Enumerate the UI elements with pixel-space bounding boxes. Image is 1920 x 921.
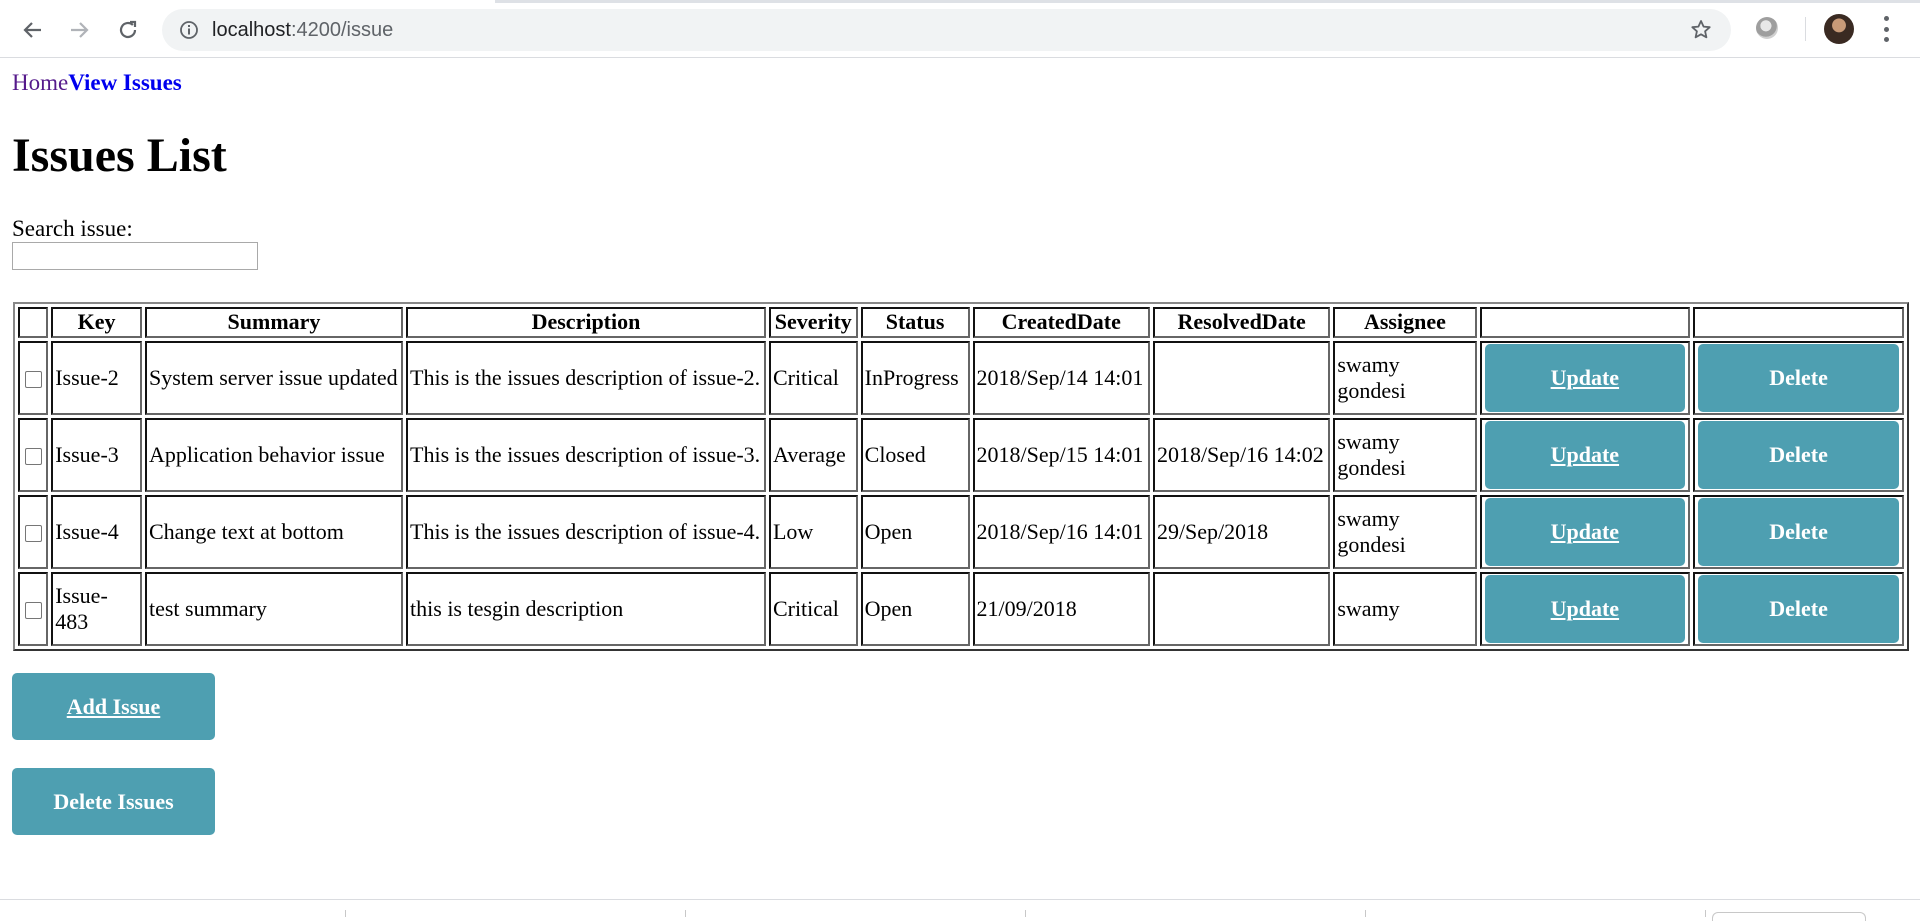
delete-issues-button[interactable]: Delete Issues bbox=[12, 768, 215, 835]
table-header-row: Key Summary Description Severity Status … bbox=[18, 307, 1904, 338]
update-cell: Update bbox=[1479, 341, 1691, 415]
cell-created-date: 2018/Sep/14 14:01 bbox=[972, 341, 1150, 415]
page-title: Issues List bbox=[12, 129, 227, 182]
nav-home-link[interactable]: Home bbox=[12, 70, 68, 95]
table-row: Issue-483 test summary this is tesgin de… bbox=[18, 572, 1904, 646]
active-tab-edge bbox=[0, 0, 495, 3]
cell-key: Issue-4 bbox=[51, 495, 142, 569]
add-issue-button[interactable]: Add Issue bbox=[12, 673, 215, 740]
header-key: Key bbox=[51, 307, 142, 338]
row-select-cell bbox=[18, 418, 49, 492]
toolbar-divider bbox=[1805, 17, 1806, 41]
back-icon[interactable] bbox=[14, 12, 50, 48]
header-resolved-date: ResolvedDate bbox=[1152, 307, 1331, 338]
row-select-cell bbox=[18, 572, 49, 646]
cell-assignee: swamy gondesi bbox=[1333, 418, 1477, 492]
row-checkbox[interactable] bbox=[24, 602, 42, 620]
cell-assignee: swamy bbox=[1333, 572, 1477, 646]
delete-button[interactable]: Delete bbox=[1698, 575, 1899, 643]
row-checkbox[interactable] bbox=[24, 448, 42, 466]
cell-assignee: swamy gondesi bbox=[1333, 341, 1477, 415]
row-checkbox[interactable] bbox=[24, 371, 42, 389]
delete-button[interactable]: Delete bbox=[1698, 421, 1899, 489]
delete-cell: Delete bbox=[1693, 341, 1904, 415]
table-row: Issue-2 System server issue updated This… bbox=[18, 341, 1904, 415]
url-host: localhost bbox=[212, 18, 291, 41]
download-shelf bbox=[0, 899, 1920, 921]
cell-status: Closed bbox=[860, 418, 970, 492]
tab-strip bbox=[0, 0, 1920, 3]
search-label: Search issue: bbox=[12, 216, 133, 241]
cell-status: Open bbox=[860, 495, 970, 569]
update-cell: Update bbox=[1479, 495, 1691, 569]
header-created-date: CreatedDate bbox=[972, 307, 1150, 338]
top-nav: HomeView Issues bbox=[12, 70, 182, 96]
header-summary: Summary bbox=[144, 307, 404, 338]
forward-icon[interactable] bbox=[62, 12, 98, 48]
cell-status: InProgress bbox=[860, 341, 970, 415]
cell-summary: System server issue updated bbox=[144, 341, 404, 415]
browser-toolbar: localhost:4200/issue bbox=[0, 0, 1920, 58]
cell-resolved-date bbox=[1152, 341, 1331, 415]
update-button[interactable]: Update bbox=[1484, 421, 1686, 489]
row-checkbox[interactable] bbox=[24, 525, 42, 543]
cell-assignee: swamy gondesi bbox=[1333, 495, 1477, 569]
cell-created-date: 2018/Sep/16 14:01 bbox=[972, 495, 1150, 569]
search-input[interactable] bbox=[12, 242, 258, 270]
update-button[interactable]: Update bbox=[1484, 344, 1686, 412]
cell-created-date: 2018/Sep/15 14:01 bbox=[972, 418, 1150, 492]
profile-avatar[interactable] bbox=[1824, 14, 1854, 44]
row-select-cell bbox=[18, 341, 49, 415]
more-menu-icon[interactable] bbox=[1876, 16, 1896, 42]
delete-cell: Delete bbox=[1693, 572, 1904, 646]
cell-description: This is the issues description of issue-… bbox=[406, 418, 766, 492]
table-row: Issue-3 Application behavior issue This … bbox=[18, 418, 1904, 492]
delete-button[interactable]: Delete bbox=[1698, 344, 1899, 412]
cell-summary: Change text at bottom bbox=[144, 495, 404, 569]
delete-cell: Delete bbox=[1693, 495, 1904, 569]
delete-button[interactable]: Delete bbox=[1698, 498, 1899, 566]
reload-icon[interactable] bbox=[110, 12, 146, 48]
row-select-cell bbox=[18, 495, 49, 569]
cell-key: Issue-483 bbox=[51, 572, 142, 646]
header-assignee: Assignee bbox=[1333, 307, 1477, 338]
cell-status: Open bbox=[860, 572, 970, 646]
cell-resolved-date bbox=[1152, 572, 1331, 646]
cell-severity: Low bbox=[768, 495, 858, 569]
address-bar[interactable]: localhost:4200/issue bbox=[162, 9, 1731, 51]
cell-severity: Critical bbox=[768, 341, 858, 415]
update-cell: Update bbox=[1479, 572, 1691, 646]
header-select bbox=[18, 307, 49, 338]
issues-table: Key Summary Description Severity Status … bbox=[13, 302, 1909, 651]
cell-key: Issue-2 bbox=[51, 341, 142, 415]
update-button[interactable]: Update bbox=[1484, 575, 1686, 643]
cell-created-date: 21/09/2018 bbox=[972, 572, 1150, 646]
cell-severity: Average bbox=[768, 418, 858, 492]
header-delete bbox=[1693, 307, 1904, 338]
cell-resolved-date: 2018/Sep/16 14:02 bbox=[1152, 418, 1331, 492]
header-description: Description bbox=[406, 307, 766, 338]
extension-icon[interactable] bbox=[1756, 17, 1778, 39]
shelf-button[interactable] bbox=[1712, 912, 1866, 921]
cell-description: This is the issues description of issue-… bbox=[406, 495, 766, 569]
cell-description: This is the issues description of issue-… bbox=[406, 341, 766, 415]
table-row: Issue-4 Change text at bottom This is th… bbox=[18, 495, 1904, 569]
delete-cell: Delete bbox=[1693, 418, 1904, 492]
bookmark-star-icon[interactable] bbox=[1689, 18, 1713, 47]
cell-resolved-date: 29/Sep/2018 bbox=[1152, 495, 1331, 569]
cell-summary: test summary bbox=[144, 572, 404, 646]
cell-severity: Critical bbox=[768, 572, 858, 646]
site-info-icon[interactable] bbox=[178, 19, 200, 41]
cell-summary: Application behavior issue bbox=[144, 418, 404, 492]
cell-key: Issue-3 bbox=[51, 418, 142, 492]
header-status: Status bbox=[860, 307, 970, 338]
url-path: :4200/issue bbox=[290, 18, 394, 41]
cell-description: this is tesgin description bbox=[406, 572, 766, 646]
header-severity: Severity bbox=[768, 307, 858, 338]
nav-view-issues-link[interactable]: View Issues bbox=[68, 70, 182, 95]
header-update bbox=[1479, 307, 1691, 338]
update-cell: Update bbox=[1479, 418, 1691, 492]
url-text: localhost:4200/issue bbox=[212, 19, 393, 42]
update-button[interactable]: Update bbox=[1484, 498, 1686, 566]
